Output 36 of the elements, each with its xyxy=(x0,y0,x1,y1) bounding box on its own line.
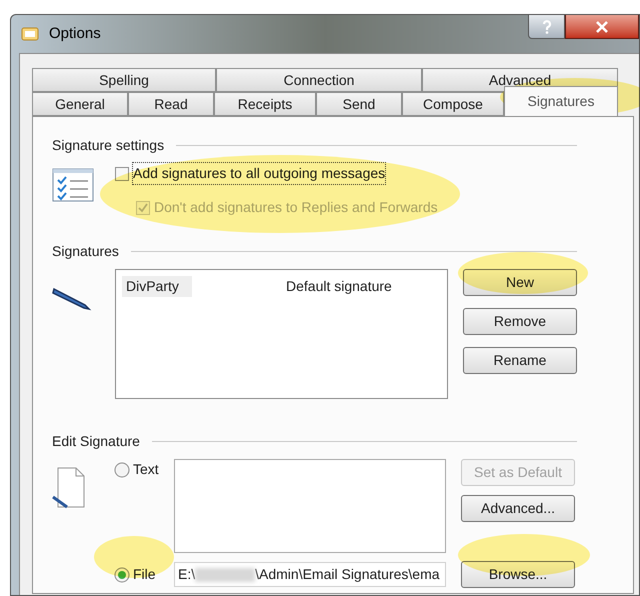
help-button[interactable] xyxy=(528,15,565,39)
list-row[interactable]: DivParty Default signature xyxy=(122,276,441,296)
radio-label: Text xyxy=(133,460,159,479)
dialog-button[interactable]: Remove xyxy=(463,308,577,335)
path-text: \Admin\Email Signatures\ema xyxy=(255,565,440,584)
dialog-button[interactable]: Rename xyxy=(463,347,577,374)
section-heading: Edit Signature xyxy=(52,432,140,451)
options-icon xyxy=(21,25,41,43)
path-text: E:\ xyxy=(178,565,196,584)
section-heading: Signature settings xyxy=(52,136,164,155)
window-title: Options xyxy=(49,24,101,44)
checklist-icon xyxy=(52,168,94,202)
question-icon xyxy=(542,20,552,34)
tab[interactable]: Connection xyxy=(216,68,422,92)
tab[interactable]: Read xyxy=(128,92,214,116)
radio-button[interactable] xyxy=(114,462,130,478)
dialog-button[interactable]: Advanced... xyxy=(461,495,575,522)
checkbox-label: Don't add signatures to Replies and Forwards xyxy=(154,198,438,217)
tab[interactable]: Spelling xyxy=(32,68,216,92)
signature-list[interactable]: DivParty Default signature xyxy=(115,269,448,399)
signature-note: Default signature xyxy=(286,276,392,296)
signature-text-area[interactable] xyxy=(174,459,446,553)
tab[interactable]: Signatures xyxy=(504,86,618,116)
pen-icon xyxy=(52,287,92,311)
close-button[interactable] xyxy=(565,15,639,39)
signature-name: DivParty xyxy=(122,276,192,296)
close-icon xyxy=(595,20,609,32)
file-path-field[interactable]: E:\ \Admin\Email Signatures\ema xyxy=(174,562,446,587)
radio-label: File xyxy=(133,565,156,584)
blurred-redaction xyxy=(195,568,256,582)
tab[interactable]: Compose xyxy=(402,92,504,116)
tab[interactable]: Receipts xyxy=(214,92,316,116)
tab[interactable]: General xyxy=(32,92,128,116)
section-heading: Signatures xyxy=(52,242,119,261)
tab[interactable]: Send xyxy=(316,92,402,116)
checkbox-label: Add signatures to all outgoing messages xyxy=(133,163,386,184)
